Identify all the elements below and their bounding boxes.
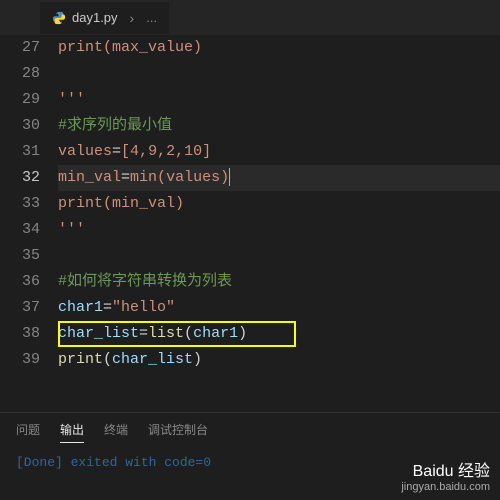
code-line: print(char_list): [58, 347, 500, 373]
code-line: print(max_value): [58, 35, 500, 61]
code-line: min_val=min(values): [58, 165, 500, 191]
panel-tab-output[interactable]: 输出: [60, 421, 84, 443]
line-number: 30: [0, 113, 40, 139]
line-number: 34: [0, 217, 40, 243]
code-line: #如何将字符串转换为列表: [58, 269, 500, 295]
line-number: 39: [0, 347, 40, 373]
code-line: char1="hello": [58, 295, 500, 321]
code-editor[interactable]: 27 28 29 30 31 32 33 34 35 36 37 38 39 p…: [0, 35, 500, 373]
line-number: 27: [0, 35, 40, 61]
code-line: #求序列的最小值: [58, 113, 500, 139]
code-line: char_list=list(char1): [58, 321, 500, 347]
line-number-gutter: 27 28 29 30 31 32 33 34 35 36 37 38 39: [0, 35, 58, 373]
breadcrumb-separator: ›: [124, 10, 141, 26]
line-number: 36: [0, 269, 40, 295]
code-line: ''': [58, 217, 500, 243]
watermark-brand: Baidu 经验: [401, 462, 490, 481]
line-number: 35: [0, 243, 40, 269]
code-line: [58, 243, 500, 269]
line-number: 32: [0, 165, 40, 191]
panel-tab-problems[interactable]: 问题: [16, 421, 40, 443]
panel-tab-terminal[interactable]: 终端: [104, 421, 128, 443]
tab-filename: day1.py: [72, 10, 118, 25]
watermark: Baidu 经验 jingyan.baidu.com: [401, 462, 490, 494]
code-line: ''': [58, 87, 500, 113]
line-number: 33: [0, 191, 40, 217]
line-number: 37: [0, 295, 40, 321]
code-line: [58, 61, 500, 87]
text-cursor: [229, 168, 230, 186]
breadcrumb-more: ...: [146, 10, 157, 25]
line-number: 38: [0, 321, 40, 347]
code-line: values=[4,9,2,10]: [58, 139, 500, 165]
python-icon: [52, 11, 66, 25]
line-number: 29: [0, 87, 40, 113]
line-number: 31: [0, 139, 40, 165]
code-area[interactable]: print(max_value) ''' #求序列的最小值 values=[4,…: [58, 35, 500, 373]
file-tab[interactable]: day1.py › ...: [40, 2, 169, 34]
watermark-url: jingyan.baidu.com: [401, 481, 490, 494]
line-number: 28: [0, 61, 40, 87]
panel-tabs: 问题 输出 终端 调试控制台: [0, 413, 500, 451]
panel-tab-debug[interactable]: 调试控制台: [148, 421, 208, 443]
code-line: print(min_val): [58, 191, 500, 217]
tab-bar: day1.py › ...: [0, 0, 500, 35]
